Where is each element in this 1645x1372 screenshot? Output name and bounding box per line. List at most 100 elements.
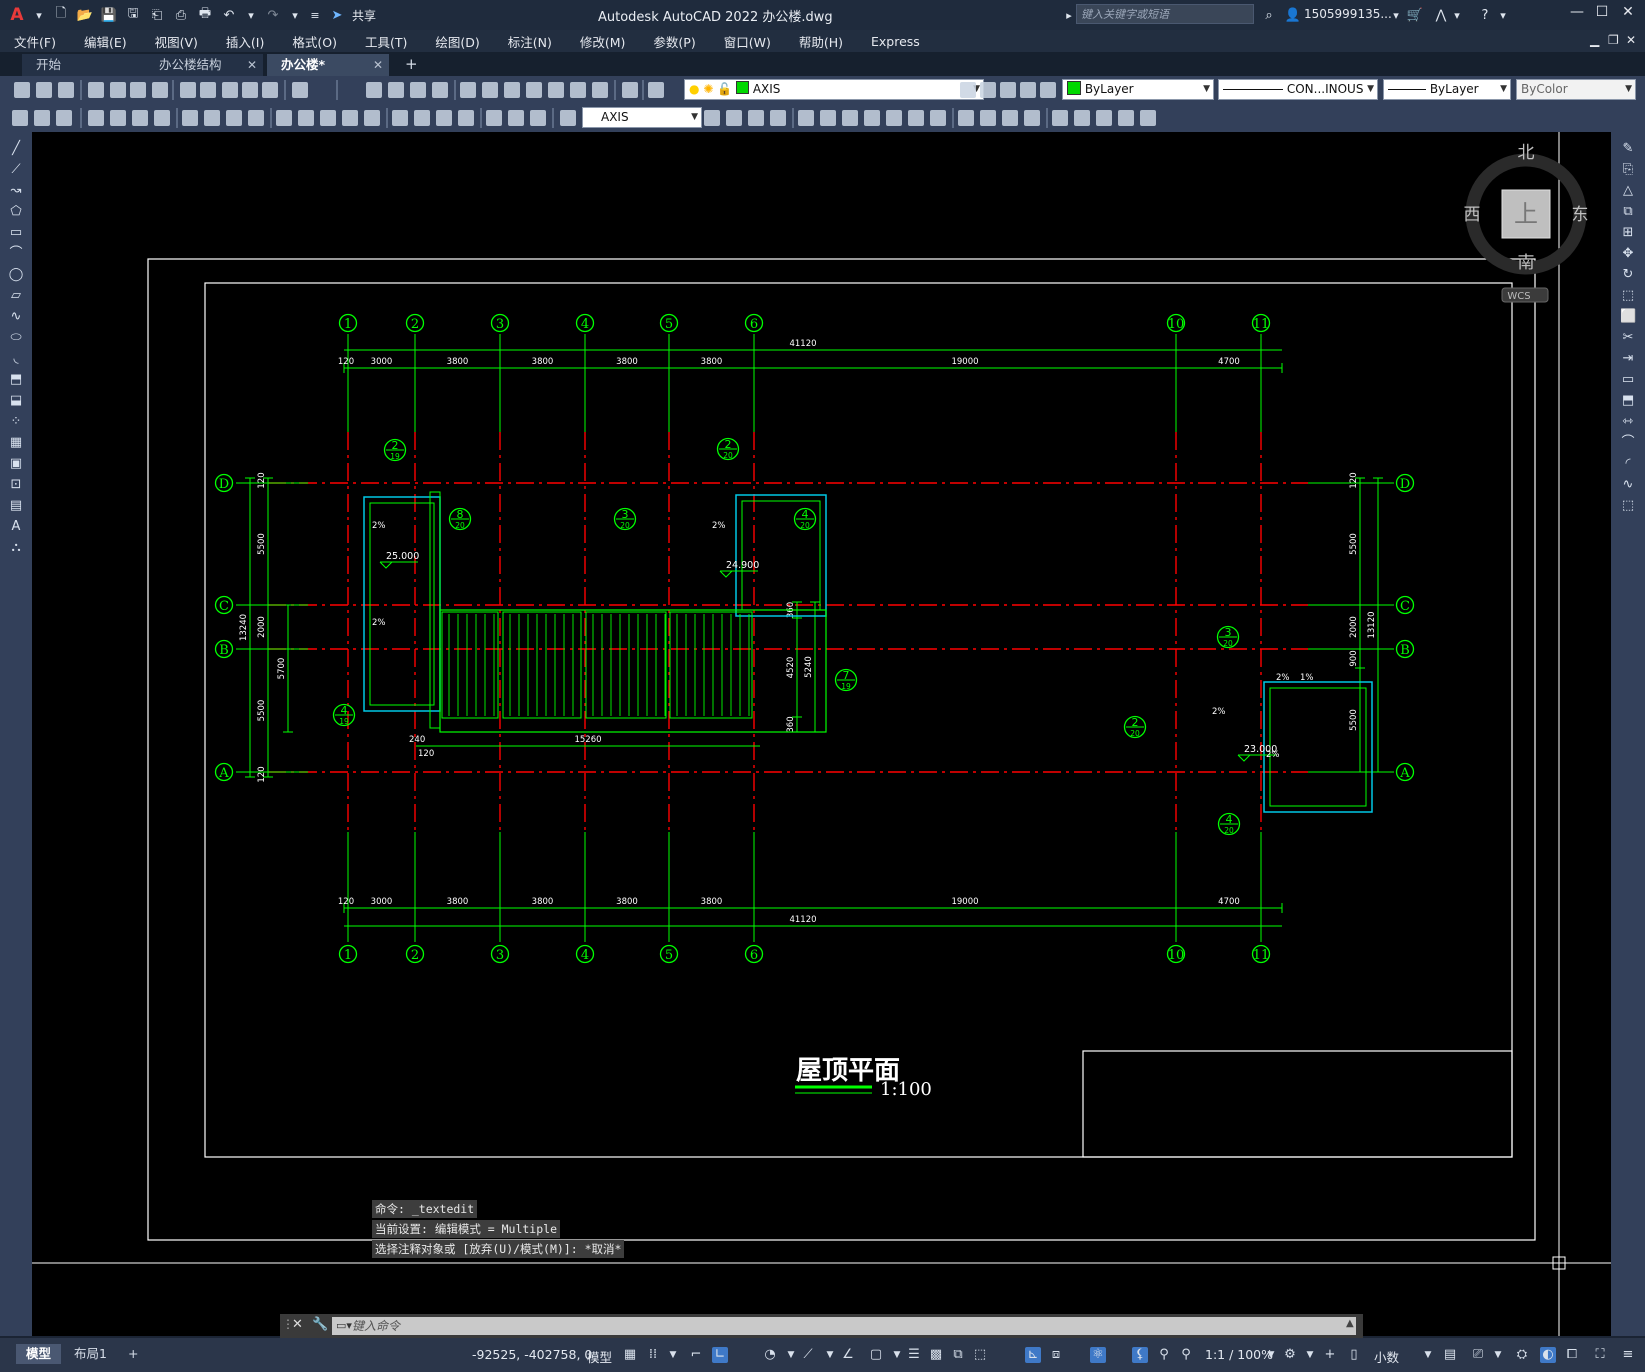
toolbar-tool-icon[interactable] (180, 82, 196, 98)
toolbar-tool-icon[interactable] (1096, 110, 1112, 126)
undo-icon[interactable]: ↶ (220, 6, 238, 24)
chevron-down-icon[interactable]: ▾ (1450, 8, 1464, 22)
menu-dimension[interactable]: 标注(N) (494, 32, 566, 51)
toolbar-tool-icon[interactable] (1052, 110, 1068, 126)
menu-modify[interactable]: 修改(M) (566, 32, 640, 51)
viewcube[interactable]: 上 北 南 东 西 WCS (1464, 143, 1589, 303)
modify-tool-icon[interactable]: ⌒ (1620, 436, 1636, 450)
draw-tool-icon[interactable]: ⬭ (8, 331, 24, 345)
menu-draw[interactable]: 绘图(D) (421, 32, 493, 51)
toolbar-tool-icon[interactable] (748, 110, 764, 126)
draw-tool-icon[interactable]: ⬠ (8, 205, 24, 219)
modify-tool-icon[interactable]: ▭ (1620, 373, 1636, 387)
minimize-button[interactable]: — (1565, 4, 1589, 26)
toolbar-tool-icon[interactable] (460, 82, 476, 98)
toolbar-tool-icon[interactable] (388, 82, 404, 98)
lineweight-icon[interactable]: ☰ (906, 1347, 922, 1363)
toolbar-tool-icon[interactable] (726, 110, 742, 126)
toolbar-tool-icon[interactable] (276, 110, 292, 126)
toolbar-tool-icon[interactable] (392, 110, 408, 126)
draw-tool-icon[interactable]: ◯ (8, 268, 24, 282)
selection-cycling-icon[interactable]: ⧉ (950, 1347, 966, 1363)
search-icon[interactable]: ⌕ (1260, 6, 1278, 24)
toolbar-tool-icon[interactable] (482, 82, 498, 98)
roof-plan-drawing[interactable]: 120 3000 3800 3800 3800 3800 19000 470041120120… (32, 132, 1611, 1336)
toolbar-tool-icon[interactable] (242, 82, 258, 98)
gizmo-icon[interactable]: ⚛ (1090, 1347, 1106, 1363)
compass-south[interactable]: 南 (1518, 253, 1535, 273)
units-icon[interactable]: ▯ (1346, 1347, 1362, 1363)
ortho-icon[interactable]: ∟ (712, 1347, 728, 1363)
toolbar-tool-icon[interactable] (1040, 82, 1056, 98)
menu-format[interactable]: 格式(O) (278, 32, 351, 51)
toolbar-tool-icon[interactable] (592, 82, 608, 98)
modify-tool-icon[interactable]: ⇿ (1620, 415, 1636, 429)
toolbar-tool-icon[interactable] (770, 110, 786, 126)
compass-east[interactable]: 东 (1572, 205, 1589, 225)
chevron-down-icon[interactable]: ▼ (889, 1347, 905, 1363)
wrench-icon[interactable]: 🔧 (312, 1317, 328, 1332)
doc-restore-button[interactable]: ❐ (1608, 33, 1619, 47)
draw-tool-icon[interactable]: ▣ (8, 457, 24, 471)
menu-view[interactable]: 视图(V) (141, 32, 212, 51)
auto-scale-icon[interactable]: ⚲ (1156, 1347, 1172, 1363)
toolbar-tool-icon[interactable] (248, 110, 264, 126)
isolate-objects-icon[interactable]: ⛭ (1514, 1347, 1530, 1363)
command-input[interactable]: 键入命令 (332, 1317, 1356, 1335)
new-file-icon[interactable]: 🗋 (52, 6, 70, 24)
layer-dropdown[interactable]: ● ✺ 🔓 AXIS ▼ (684, 79, 984, 100)
modify-tool-icon[interactable]: ↻ (1620, 268, 1636, 282)
menu-file[interactable]: 文件(F) (0, 32, 70, 51)
toolbar-tool-icon[interactable] (798, 110, 814, 126)
toolbar-tool-icon[interactable] (704, 110, 720, 126)
lineweight-dropdown[interactable]: ByLayer ▼ (1383, 79, 1511, 100)
toolbar-tool-icon[interactable] (570, 82, 586, 98)
draw-tool-icon[interactable]: ∿ (8, 310, 24, 324)
draw-tool-icon[interactable]: ⟋ (8, 163, 24, 177)
plotstyle-dropdown[interactable]: ByColor ▼ (1516, 79, 1636, 100)
toolbar-tool-icon[interactable] (1118, 110, 1134, 126)
toolbar-tool-icon[interactable] (226, 110, 242, 126)
toolbar-tool-icon[interactable] (886, 110, 902, 126)
tab-office[interactable]: 办公楼* ✕ (267, 54, 389, 76)
grid-icon[interactable]: ▦ (622, 1347, 638, 1363)
toolbar-tool-icon[interactable] (530, 110, 546, 126)
3d-osnap-icon[interactable]: ⬚ (972, 1347, 988, 1363)
transparency-icon[interactable]: ▩ (928, 1347, 944, 1363)
toolbar-tool-icon[interactable] (58, 82, 74, 98)
search-input[interactable]: 键入关键字或短语 (1076, 4, 1254, 24)
snap-icon[interactable]: ⁞⁞ (645, 1347, 661, 1363)
toolbar-tool-icon[interactable] (130, 82, 146, 98)
workspace-gear-icon[interactable]: ⚙ (1282, 1347, 1298, 1363)
toolbar-tool-icon[interactable] (486, 110, 502, 126)
toolbar-tool-icon[interactable] (548, 82, 564, 98)
user-icon[interactable]: 👤 (1284, 6, 1302, 24)
dimstyle-dropdown[interactable]: AXIS ▼ (582, 107, 702, 128)
units-value[interactable]: 小数 (1374, 1347, 1399, 1366)
toolbar-tool-icon[interactable] (414, 110, 430, 126)
draw-tool-icon[interactable]: ◟ (8, 352, 24, 366)
chevron-down-icon[interactable]: ▼ (1302, 1347, 1318, 1363)
toolbar-tool-icon[interactable] (132, 110, 148, 126)
customize-menu-icon[interactable]: ≡ (308, 8, 322, 22)
object-snap-icon[interactable]: ▢ (868, 1347, 884, 1363)
linetype-dropdown[interactable]: CON...INOUS ▼ (1218, 79, 1378, 100)
selection-filter-icon[interactable]: ⧈ (1048, 1347, 1064, 1363)
command-prompt-icon[interactable]: ▭▾ (336, 1319, 352, 1332)
toolbar-tool-icon[interactable] (182, 110, 198, 126)
web-mobile-icon[interactable]: ⎗ (148, 6, 166, 24)
toolbar-tool-icon[interactable] (436, 110, 452, 126)
toolbar-tool-icon[interactable] (34, 110, 50, 126)
draw-tool-icon[interactable]: ▦ (8, 436, 24, 450)
draw-tool-icon[interactable]: ⁘ (8, 415, 24, 429)
toolbar-tool-icon[interactable] (960, 82, 976, 98)
toolbar-tool-icon[interactable] (14, 82, 30, 98)
modify-tool-icon[interactable]: ✂ (1620, 331, 1636, 345)
chevron-down-icon[interactable]: ▾ (244, 8, 258, 22)
modify-tool-icon[interactable]: ⎘ (1620, 163, 1636, 177)
toolbar-tool-icon[interactable] (864, 110, 880, 126)
chevron-down-icon[interactable]: ▾ (288, 8, 302, 22)
toolbar-tool-icon[interactable] (958, 110, 974, 126)
draw-tool-icon[interactable]: ⬓ (8, 394, 24, 408)
toolbar-tool-icon[interactable] (820, 110, 836, 126)
